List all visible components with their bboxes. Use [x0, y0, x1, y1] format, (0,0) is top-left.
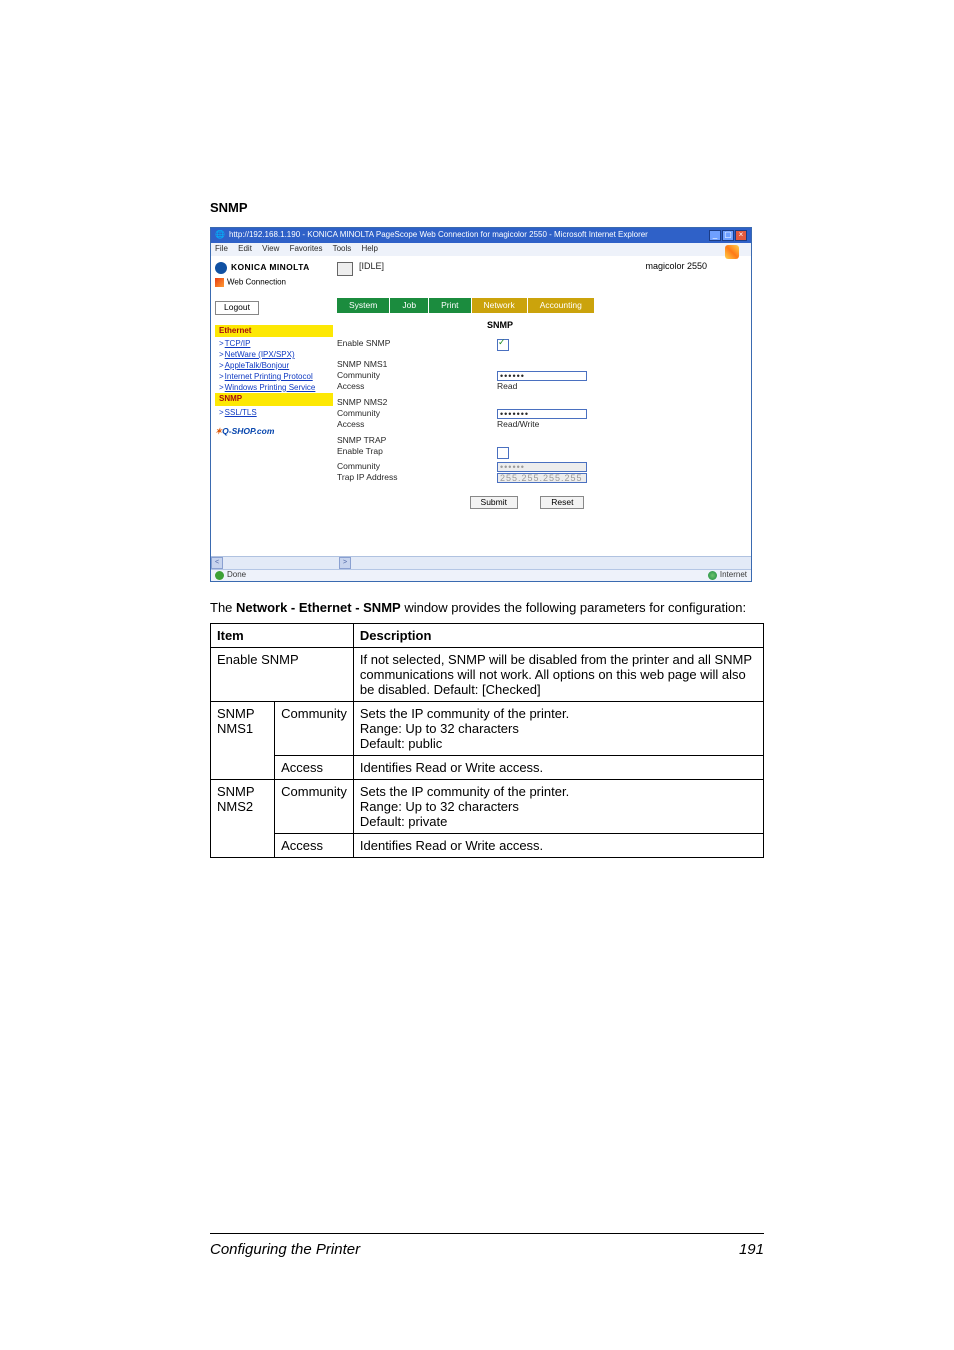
cell-nms1-community: Community [275, 701, 354, 755]
app-title: Web Connection [215, 278, 333, 287]
explain-bold: Network - Ethernet - SNMP [236, 600, 401, 615]
scroll-right-icon[interactable]: > [339, 557, 351, 569]
nms1-group-label: SNMP NMS1 [337, 360, 497, 369]
section-heading: SNMP [210, 200, 764, 215]
cell-nms1-access-desc: Identifies Read or Write access. [353, 755, 763, 779]
qshop-label: Q-SHOP.com [222, 426, 274, 436]
nms1-access-label: Access [337, 382, 497, 391]
enable-trap-checkbox[interactable] [497, 447, 509, 459]
trap-ip-label: Trap IP Address [337, 473, 497, 483]
footer-page-number: 191 [739, 1241, 764, 1258]
menu-view[interactable]: View [262, 244, 279, 253]
menu-help[interactable]: Help [362, 244, 378, 253]
cell-enable-snmp: Enable SNMP [211, 647, 354, 701]
status-text: Done [227, 571, 246, 580]
enable-trap-label: Enable Trap [337, 447, 497, 461]
content-heading: SNMP [487, 321, 717, 331]
nms2-community-input[interactable]: ••••••• [497, 409, 587, 419]
nms2-access-label: Access [337, 420, 497, 429]
tab-system[interactable]: System [337, 298, 389, 313]
menu-favorites[interactable]: Favorites [290, 244, 323, 253]
cell-nms1-community-desc: Sets the IP community of the printer. Ra… [353, 701, 763, 755]
spec-table: Item Description Enable SNMP If not sele… [210, 623, 764, 858]
window-minimize-icon[interactable]: _ [709, 230, 721, 241]
nav-ssltls[interactable]: SSL/TLS [215, 408, 333, 419]
enable-snmp-label: Enable SNMP [337, 339, 497, 353]
left-sidebar: KONICA MINOLTA Web Connection Logout Eth… [211, 256, 337, 556]
zone-globe-icon [708, 571, 717, 580]
reset-button[interactable]: Reset [540, 496, 584, 509]
trap-group-label: SNMP TRAP [337, 436, 497, 445]
trap-community-label: Community [337, 462, 497, 472]
printer-model: magicolor 2550 [645, 262, 717, 272]
nav-active-snmp[interactable]: SNMP [215, 393, 333, 406]
tab-print[interactable]: Print [429, 298, 470, 313]
cell-nms2-access: Access [275, 833, 354, 857]
explain-post: window provides the following parameters… [401, 600, 746, 615]
ie-throbber-icon [725, 245, 739, 259]
tab-accounting[interactable]: Accounting [528, 298, 594, 313]
cell-nms2-community-desc: Sets the IP community of the printer. Ra… [353, 779, 763, 833]
nms1-access-value: Read [497, 382, 517, 391]
nav-winprint[interactable]: Windows Printing Service [215, 383, 333, 394]
printer-status: [IDLE] [359, 262, 384, 272]
nms2-community-label: Community [337, 409, 497, 419]
cell-nms1: SNMP NMS1 [211, 701, 275, 779]
horizontal-scrollbar[interactable]: < > [211, 556, 751, 569]
status-bar: Done Internet [211, 569, 751, 581]
app-name: Web Connection [227, 277, 286, 286]
cell-nms2-community: Community [275, 779, 354, 833]
brand-name: KONICA MINOLTA [231, 263, 310, 272]
status-done-icon [215, 571, 224, 580]
nms2-access-value: Read/Write [497, 420, 539, 429]
nav-group: Ethernet TCP/IP NetWare (IPX/SPX) AppleT… [215, 325, 333, 419]
content-pane: [IDLE] magicolor 2550 System Job Print N… [337, 256, 725, 556]
nav-active-ethernet[interactable]: Ethernet [215, 325, 333, 338]
printer-icon [337, 262, 353, 276]
window-close-icon[interactable]: × [735, 230, 747, 241]
nav-netware[interactable]: NetWare (IPX/SPX) [215, 350, 333, 361]
qshop-link[interactable]: ✶Q-SHOP.com [215, 427, 333, 436]
cell-nms2-access-desc: Identifies Read or Write access. [353, 833, 763, 857]
footer-title: Configuring the Printer [210, 1241, 360, 1258]
tab-row: System Job Print Network Accounting [337, 298, 717, 313]
cell-nms2: SNMP NMS2 [211, 779, 275, 857]
cell-nms1-access: Access [275, 755, 354, 779]
nms1-community-label: Community [337, 371, 497, 381]
trap-community-input[interactable]: •••••• [497, 462, 587, 472]
cell-enable-snmp-desc: If not selected, SNMP will be disabled f… [353, 647, 763, 701]
footer-rule [210, 1233, 764, 1234]
window-maximize-icon[interactable]: ▢ [722, 230, 734, 241]
submit-button[interactable]: Submit [470, 496, 518, 509]
zone-text: Internet [720, 571, 747, 580]
screenshot-window: 🌐 http://192.168.1.190 - KONICA MINOLTA … [210, 227, 752, 582]
scroll-left-icon[interactable]: < [211, 557, 223, 569]
nav-tcpip[interactable]: TCP/IP [215, 339, 333, 350]
th-item: Item [211, 623, 354, 647]
nav-appletalk[interactable]: AppleTalk/Bonjour [215, 361, 333, 372]
ie-logo-icon: 🌐 [215, 231, 225, 240]
nav-ipp[interactable]: Internet Printing Protocol [215, 372, 333, 383]
explain-paragraph: The Network - Ethernet - SNMP window pro… [210, 600, 764, 617]
menu-edit[interactable]: Edit [238, 244, 252, 253]
th-description: Description [353, 623, 763, 647]
window-titlebar: 🌐 http://192.168.1.190 - KONICA MINOLTA … [211, 228, 751, 243]
pagescope-logo-icon [215, 278, 224, 287]
explain-pre: The [210, 600, 236, 615]
logout-button[interactable]: Logout [215, 301, 259, 314]
konica-logo-icon [215, 262, 227, 274]
window-menubar: File Edit View Favorites Tools Help [211, 243, 751, 256]
menu-file[interactable]: File [215, 244, 228, 253]
window-title: http://192.168.1.190 - KONICA MINOLTA Pa… [229, 231, 708, 240]
nms2-group-label: SNMP NMS2 [337, 398, 497, 407]
menu-tools[interactable]: Tools [333, 244, 352, 253]
nms1-community-input[interactable]: •••••• [497, 371, 587, 381]
trap-ip-input[interactable]: 255.255.255.255 [497, 473, 587, 483]
tab-job[interactable]: Job [390, 298, 428, 313]
enable-snmp-checkbox[interactable] [497, 339, 509, 351]
tab-network[interactable]: Network [472, 298, 527, 313]
